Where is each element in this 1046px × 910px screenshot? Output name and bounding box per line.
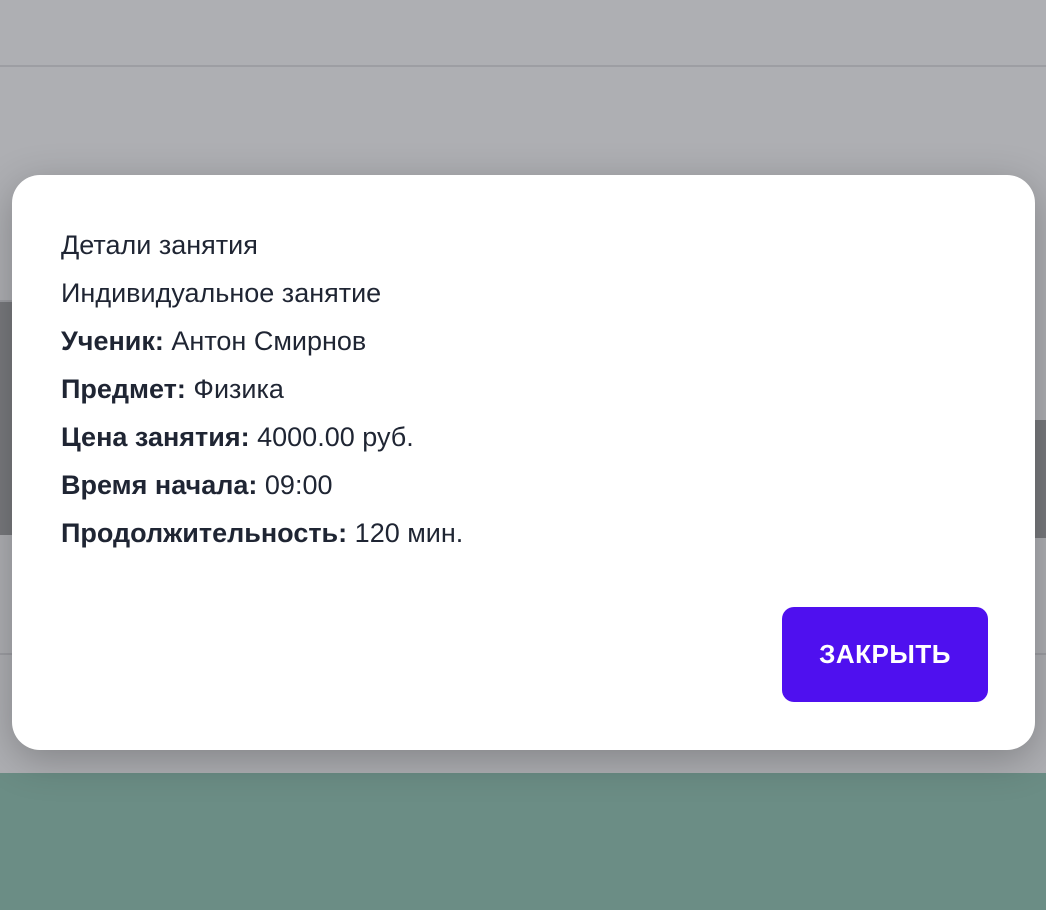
field-value: Антон Смирнов bbox=[171, 326, 367, 356]
field-value: 4000.00 руб. bbox=[257, 422, 414, 452]
field-label: Ученик: bbox=[61, 326, 164, 356]
background-panel bbox=[0, 302, 12, 535]
field-value: 09:00 bbox=[264, 470, 333, 500]
divider bbox=[0, 65, 1046, 67]
lesson-type: Индивидуальное занятие bbox=[61, 278, 382, 308]
lesson-details-dialog: Детали занятия Индивидуальное занятие Уч… bbox=[12, 175, 1035, 750]
field-label: Время начала: bbox=[61, 470, 258, 500]
field-value: Физика bbox=[193, 374, 284, 404]
field-label: Продолжительность: bbox=[61, 518, 348, 548]
background-panel bbox=[1035, 420, 1046, 538]
field-start-time: Время начала: 09:00 bbox=[61, 467, 463, 515]
close-button[interactable]: ЗАКРЫТЬ bbox=[782, 607, 988, 702]
field-label: Предмет: bbox=[61, 374, 186, 404]
background-footer bbox=[0, 773, 1046, 910]
field-duration: Продолжительность: 120 мин. bbox=[61, 515, 463, 563]
field-student: Ученик: Антон Смирнов bbox=[61, 323, 463, 371]
field-price: Цена занятия: 4000.00 руб. bbox=[61, 419, 463, 467]
dialog-title: Детали занятия bbox=[61, 230, 258, 260]
field-value: 120 мин. bbox=[354, 518, 464, 548]
field-label: Цена занятия: bbox=[61, 422, 250, 452]
field-subject: Предмет: Физика bbox=[61, 371, 463, 419]
